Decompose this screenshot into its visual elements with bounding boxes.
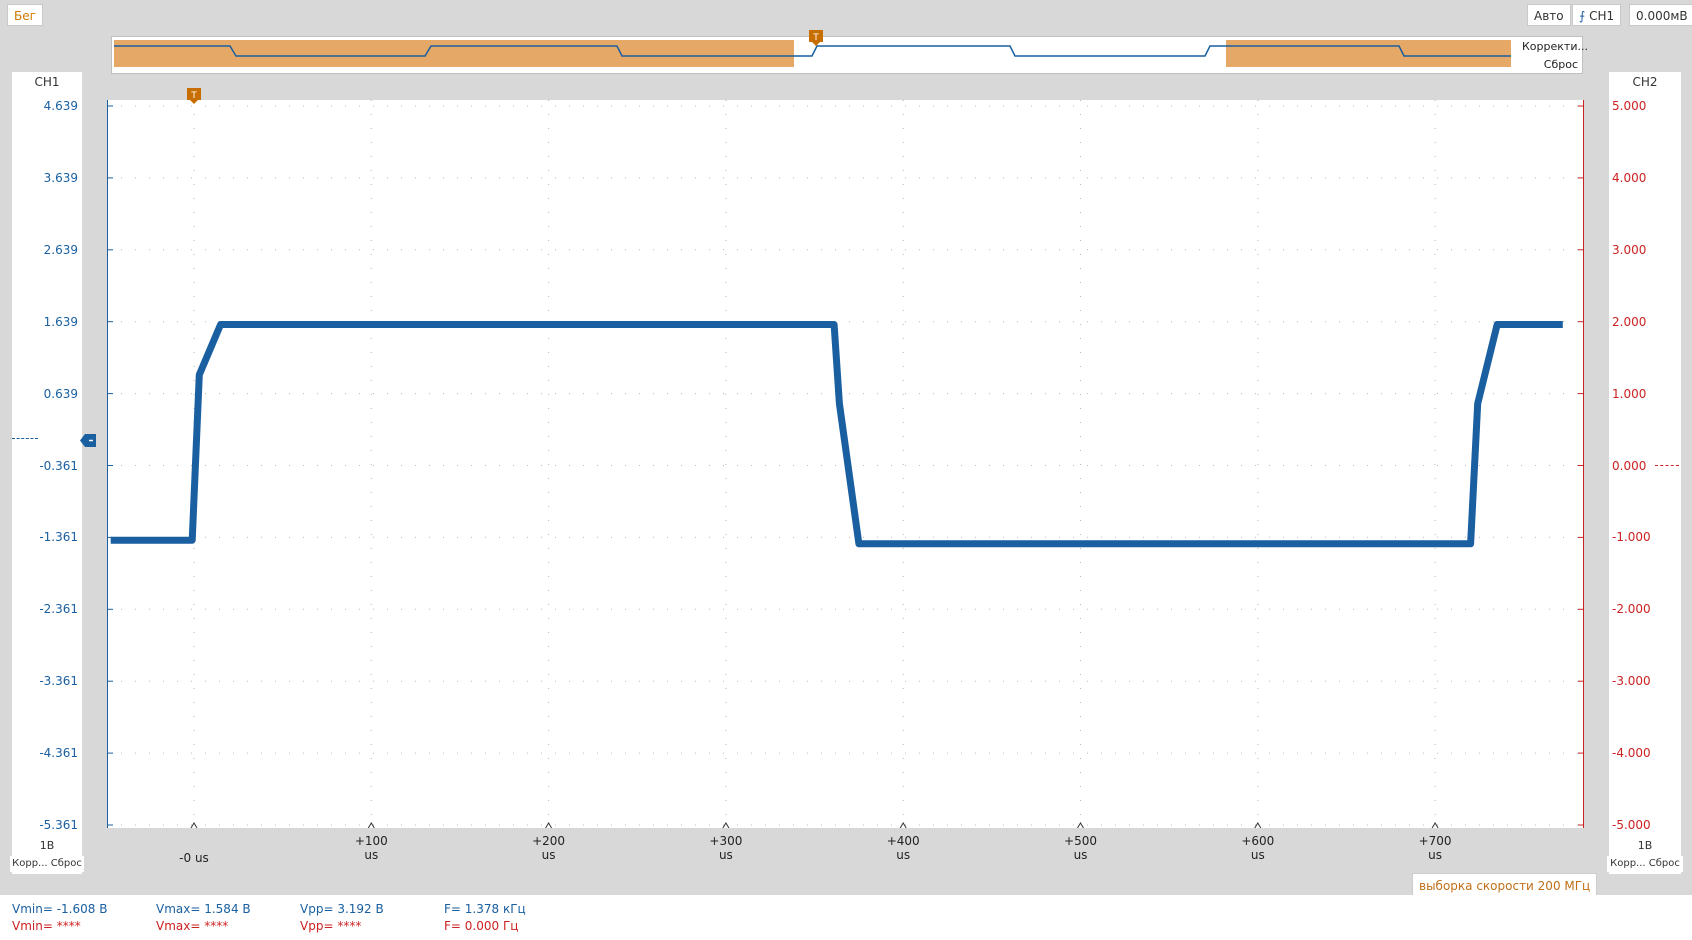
ch1-tick-label: -4.361 xyxy=(39,746,78,761)
x-tick-label: +600 us xyxy=(1241,834,1275,862)
ch1-tick-label: 4.639 xyxy=(43,99,78,113)
ch1-tick-label: -2.361 xyxy=(39,602,78,617)
waveform-plot[interactable] xyxy=(107,100,1584,828)
x-tick-label: +700 us xyxy=(1418,834,1452,862)
ch2-tick-label: 4.000 xyxy=(1612,170,1647,185)
trigger-channel-label: CH1 xyxy=(1589,9,1615,23)
ch1-tick-label: 2.639 xyxy=(43,242,78,257)
x-axis-tick xyxy=(1077,822,1084,828)
ch1-tick-label: -1.361 xyxy=(39,530,78,545)
ch1-tick-label: -5.361 xyxy=(39,818,78,832)
overview-strip[interactable]: Корректи... Сброс xyxy=(111,36,1588,74)
ch1-tick-label: -3.361 xyxy=(39,674,78,689)
overview-trigger-marker-icon[interactable]: T xyxy=(809,30,823,46)
ch1-scale[interactable]: 1В xyxy=(12,838,82,854)
ch2-tick-label: 2.000 xyxy=(1612,314,1647,329)
ch2-vpp: Vpp= **** xyxy=(300,919,362,933)
ch2-footer[interactable]: Корр... Сброс xyxy=(1607,856,1683,872)
x-axis-tick xyxy=(545,822,553,828)
ch2-vmin: Vmin= **** xyxy=(12,919,81,933)
ch1-vmax: Vmax= 1.584 В xyxy=(156,902,251,916)
ch2-tick-label: -3.000 xyxy=(1612,674,1651,689)
ch2-tick-label: -1.000 xyxy=(1612,530,1651,545)
ch1-tick-label: 3.639 xyxy=(43,170,78,185)
ch1-tick-label: 0.639 xyxy=(43,386,78,401)
ch2-tick-label: 3.000 xyxy=(1612,242,1647,257)
svg-text:T: T xyxy=(812,33,819,43)
x-tick-label: +100 us xyxy=(354,834,388,862)
overview-correct-button[interactable]: Корректи... xyxy=(1522,38,1588,55)
ch2-tick-label: -4.000 xyxy=(1612,746,1651,761)
run-button[interactable]: Бег xyxy=(7,4,43,26)
trigger-level-button[interactable]: 0.000мВ xyxy=(1629,4,1692,26)
ch2-scale[interactable]: 1В xyxy=(1609,838,1681,854)
trigger-channel-button[interactable]: ⨍ CH1 xyxy=(1572,4,1622,26)
ch1-vpp: Vpp= 3.192 В xyxy=(300,902,384,916)
x-tick-label: +300 us xyxy=(709,834,743,862)
ch1-vmin: Vmin= -1.608 В xyxy=(12,902,108,916)
ch1-freq: F= 1.378 кГц xyxy=(444,902,526,916)
ch1-waveform-trace xyxy=(110,321,1563,548)
plot-trigger-marker-icon[interactable]: T xyxy=(187,88,201,104)
x-tick-label: -0 us xyxy=(179,851,209,865)
ch2-freq: F= 0.000 Гц xyxy=(444,919,519,933)
svg-text:T: T xyxy=(190,91,197,101)
x-tick-label: +200 us xyxy=(532,834,566,862)
ch2-tick-label: -5.000 xyxy=(1612,818,1651,832)
x-tick-label: +400 us xyxy=(886,834,920,862)
measurements-panel: Vmin= -1.608 В Vmax= 1.584 В Vpp= 3.192 … xyxy=(0,895,1692,940)
ch2-offset-line xyxy=(1655,465,1679,466)
waveform-svg xyxy=(107,100,1584,828)
ch1-offset-marker-icon[interactable] xyxy=(80,434,96,447)
ch1-offset-line xyxy=(12,438,38,439)
overview-reset-button[interactable]: Сброс xyxy=(1522,56,1582,73)
ch2-tick-label: -2.000 xyxy=(1612,602,1651,617)
ch1-tick-label: 1.639 xyxy=(43,314,78,329)
ch2-vmax: Vmax= **** xyxy=(156,919,229,933)
ch1-header[interactable]: CH1 xyxy=(12,72,82,92)
trigger-edge-icon: ⨍ xyxy=(1579,9,1586,23)
ch2-tick-label: 0.000 xyxy=(1612,458,1647,473)
ch2-tick-label: 5.000 xyxy=(1612,99,1647,113)
ch2-header[interactable]: CH2 xyxy=(1609,72,1681,92)
ch1-tick-label: -0.361 xyxy=(39,458,78,473)
ch1-footer[interactable]: Корр... Сброс xyxy=(10,856,84,872)
x-tick-label: +500 us xyxy=(1064,834,1097,862)
ch2-tick-label: 1.000 xyxy=(1612,386,1647,401)
trigger-mode-button[interactable]: Авто xyxy=(1527,4,1571,26)
overview-waveform xyxy=(114,40,1511,67)
